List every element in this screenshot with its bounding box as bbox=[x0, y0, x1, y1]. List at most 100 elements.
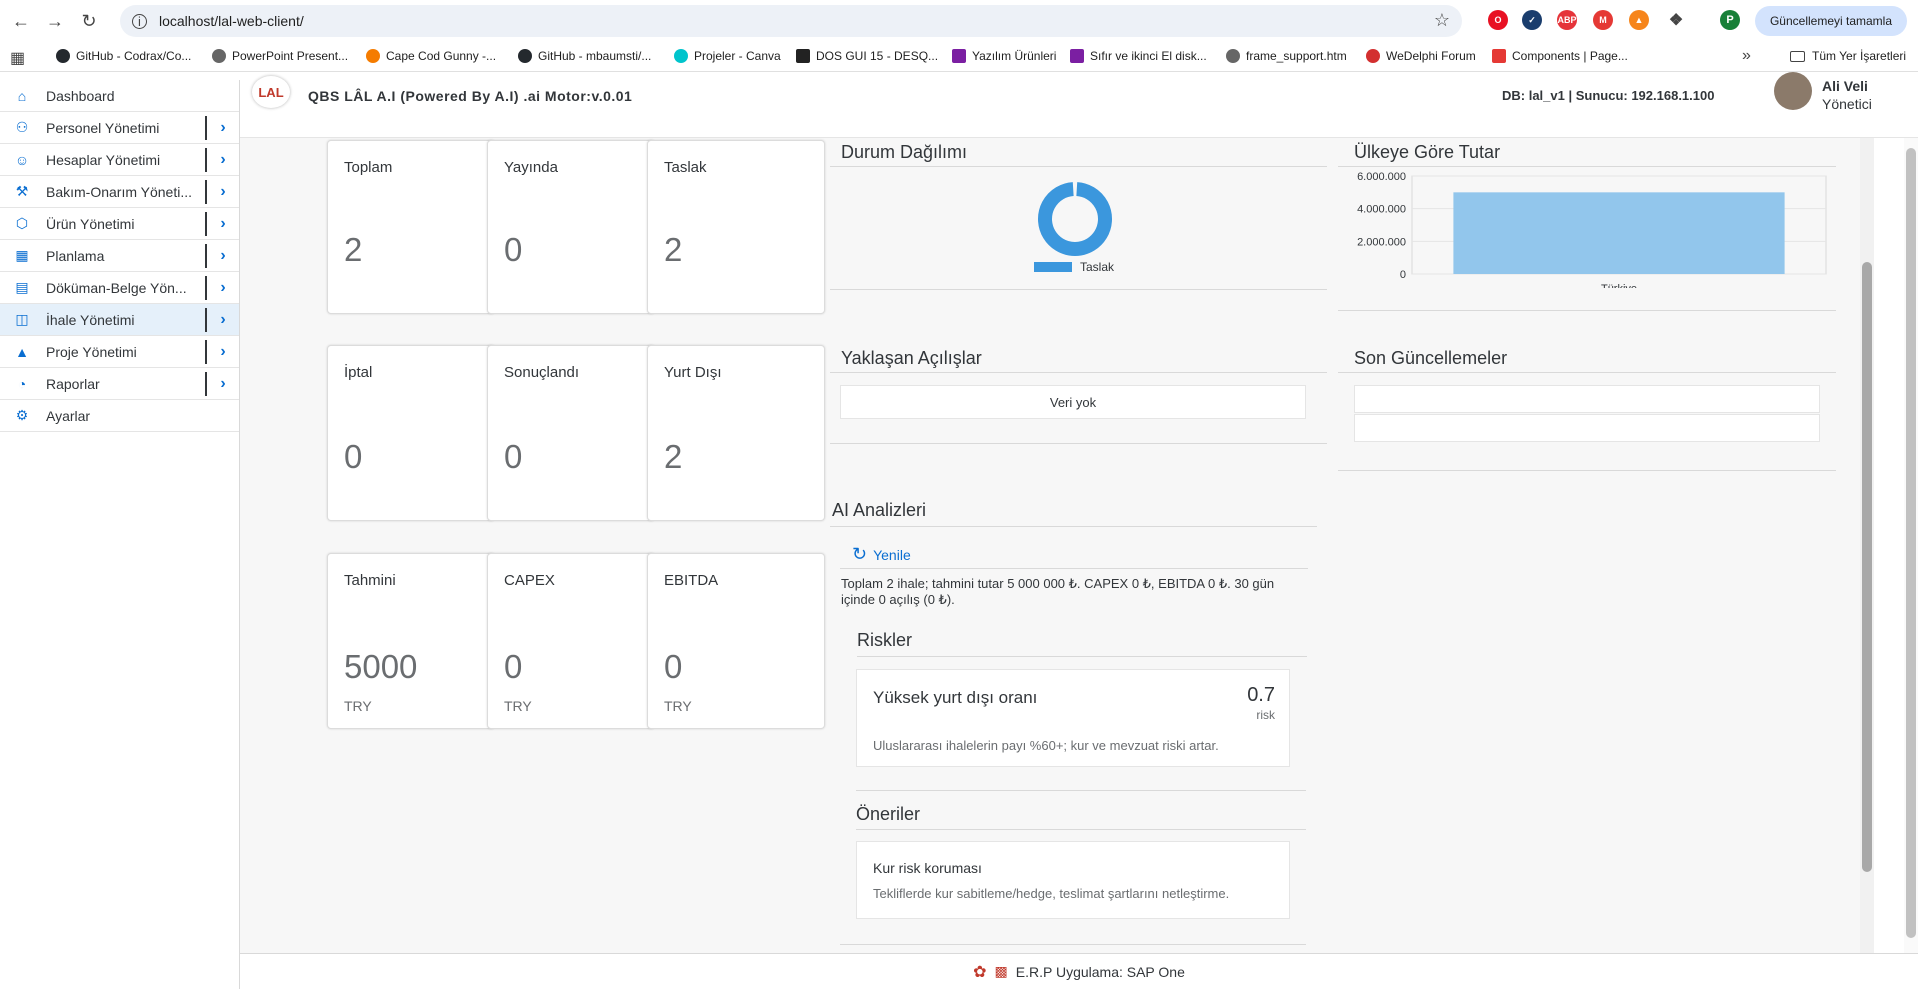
tile-value: 0 bbox=[504, 231, 523, 268]
sidebar-item-bakim[interactable]: ⚒ Bakım-Onarım Yöneti... › bbox=[0, 176, 239, 208]
bookmark-item[interactable]: Cape Cod Gunny -... bbox=[366, 49, 496, 63]
chevron-right-icon[interactable]: › bbox=[205, 116, 239, 140]
metamask-extension-icon[interactable]: ▲ bbox=[1629, 10, 1649, 30]
footer-text: E.R.P Uygulama: SAP One bbox=[1015, 963, 1185, 980]
address-bar[interactable]: i localhost/lal-web-client/ ☆ bbox=[120, 5, 1462, 37]
sidebar-item-personel[interactable]: ⚇ Personel Yönetimi › bbox=[0, 112, 239, 144]
sidebar-item-urun[interactable]: ⬡ Ürün Yönetimi › bbox=[0, 208, 239, 240]
y-tick-label: 4.000.000 bbox=[1357, 204, 1406, 216]
mail-extension-icon[interactable]: M bbox=[1593, 10, 1613, 30]
adblock-extension-icon[interactable]: ABP bbox=[1557, 10, 1577, 30]
chevron-right-icon[interactable]: › bbox=[205, 212, 239, 236]
tile-label: Yurt Dışı bbox=[664, 364, 722, 381]
bookmark-item[interactable]: DOS GUI 15 - DESQ... bbox=[796, 49, 938, 63]
canva-icon bbox=[674, 49, 688, 63]
bookmark-star-icon[interactable]: ☆ bbox=[1434, 10, 1450, 31]
recommendation-card[interactable]: Kur risk koruması Tekliflerde kur sabitl… bbox=[856, 841, 1290, 919]
legend-swatch bbox=[1034, 262, 1072, 272]
home-icon: ⌂ bbox=[17, 87, 27, 104]
legend-label: Taslak bbox=[1080, 260, 1115, 274]
sidebar-item-raporlar[interactable]: ◔ Raporlar › bbox=[0, 368, 239, 400]
chevron-right-icon[interactable]: › bbox=[205, 372, 239, 396]
kpi-tile-abroad[interactable]: Yurt Dışı 2 bbox=[647, 345, 825, 521]
bookmark-item[interactable]: Components | Page... bbox=[1492, 49, 1628, 63]
chevron-right-icon[interactable]: › bbox=[205, 148, 239, 172]
bookmark-item[interactable]: frame_support.htm bbox=[1226, 49, 1347, 63]
puzzle-extensions-icon[interactable]: ❖ bbox=[1666, 10, 1686, 30]
sidebar-item-label: Ayarlar bbox=[46, 407, 91, 424]
donut-slice-taslak[interactable] bbox=[1038, 182, 1112, 256]
bar-0[interactable] bbox=[1453, 192, 1785, 274]
kpi-tile-ebitda[interactable]: EBITDA 0 TRY bbox=[647, 553, 825, 729]
kpi-tile-concluded[interactable]: Sonuçlandı 0 bbox=[487, 345, 655, 521]
user-settings-icon: ☺ bbox=[14, 151, 30, 168]
divider bbox=[856, 829, 1306, 830]
tender-icon: ◫ bbox=[15, 311, 29, 327]
chevron-right-icon[interactable]: › bbox=[205, 308, 239, 332]
sidebar-item-hesaplar[interactable]: ☺ Hesaplar Yönetimi › bbox=[0, 144, 239, 176]
reload-icon[interactable]: ↻ bbox=[76, 8, 102, 34]
sidebar-item-label: Hesaplar Yönetimi bbox=[46, 151, 161, 168]
bookmark-item[interactable]: PowerPoint Present... bbox=[212, 49, 348, 63]
more-bookmarks-icon[interactable]: » bbox=[1742, 47, 1751, 65]
kpi-tile-total[interactable]: Toplam 2 bbox=[327, 140, 495, 314]
sidebar-item-dokuman[interactable]: ▤ Döküman-Belge Yön... › bbox=[0, 272, 239, 304]
chevron-right-icon[interactable]: › bbox=[205, 276, 239, 300]
app-logo[interactable]: LAL bbox=[252, 76, 290, 108]
tile-label: EBITDA bbox=[664, 572, 719, 589]
kpi-tile-cancelled[interactable]: İptal 0 bbox=[327, 345, 495, 521]
url-text: localhost/lal-web-client/ bbox=[159, 13, 304, 29]
user-name[interactable]: Ali Veli bbox=[1822, 78, 1868, 94]
z-icon bbox=[952, 49, 966, 63]
chevron-right-icon[interactable]: › bbox=[205, 180, 239, 204]
divider bbox=[830, 372, 1327, 373]
refresh-label: Yenile bbox=[873, 546, 911, 563]
bookmark-item[interactable]: GitHub - Codrax/Co... bbox=[56, 49, 191, 63]
sidebar-item-ayarlar[interactable]: ⚙ Ayarlar bbox=[0, 400, 239, 432]
bookmark-item[interactable]: GitHub - mbaumsti/... bbox=[518, 49, 651, 63]
tile-label: Toplam bbox=[344, 159, 393, 176]
site-info-icon[interactable]: i bbox=[132, 13, 147, 29]
avatar[interactable] bbox=[1774, 72, 1812, 110]
sidebar-item-proje[interactable]: ▲ Proje Yönetimi › bbox=[0, 336, 239, 368]
check-extension-icon[interactable]: ✓ bbox=[1522, 10, 1542, 30]
risk-card[interactable]: Yüksek yurt dışı oranı 0.7 risk Uluslara… bbox=[856, 669, 1290, 767]
sidebar-item-dashboard[interactable]: ⌂ Dashboard bbox=[0, 80, 239, 112]
sidebar-item-planlama[interactable]: ▦ Planlama › bbox=[0, 240, 239, 272]
museum-icon bbox=[796, 49, 810, 63]
risk-score: 0.7 bbox=[1247, 684, 1275, 706]
upcoming-empty-box: Veri yok bbox=[840, 385, 1306, 419]
page-scrollbar-thumb[interactable] bbox=[1906, 148, 1916, 938]
upcoming-title: Yaklaşan Açılışlar bbox=[841, 348, 982, 368]
tile-label: Tahmini bbox=[344, 572, 396, 589]
apps-grid-icon[interactable]: ▦ bbox=[10, 48, 25, 68]
divider bbox=[1338, 372, 1836, 373]
back-icon[interactable]: ← bbox=[8, 8, 34, 34]
profile-avatar[interactable]: P bbox=[1720, 10, 1740, 30]
opera-extension-icon[interactable]: O bbox=[1488, 10, 1508, 30]
kpi-tile-estimated[interactable]: Tahmini 5000 TRY bbox=[327, 553, 495, 729]
all-bookmarks-folder[interactable]: Tüm Yer İşaretleri bbox=[1790, 49, 1906, 63]
tile-label: Taslak bbox=[664, 159, 707, 176]
chevron-right-icon[interactable]: › bbox=[205, 244, 239, 268]
chevron-right-icon[interactable]: › bbox=[205, 340, 239, 364]
kpi-tile-draft[interactable]: Taslak 2 bbox=[647, 140, 825, 314]
kpi-tile-capex[interactable]: CAPEX 0 TRY bbox=[487, 553, 655, 729]
tile-unit: TRY bbox=[344, 698, 372, 714]
bookmark-item[interactable]: Sıfır ve ikinci El disk... bbox=[1070, 49, 1207, 63]
folder-icon bbox=[1790, 50, 1805, 62]
sidebar-item-label: Proje Yönetimi bbox=[46, 343, 137, 360]
donut-legend: Taslak bbox=[1034, 260, 1114, 274]
forward-icon[interactable]: → bbox=[42, 8, 68, 34]
kpi-tile-published[interactable]: Yayında 0 bbox=[487, 140, 655, 314]
tile-value: 2 bbox=[344, 231, 363, 268]
bookmark-item[interactable]: Projeler - Canva bbox=[674, 49, 781, 63]
inner-scrollbar-thumb[interactable] bbox=[1862, 262, 1872, 872]
update-button[interactable]: Güncellemeyi tamamla bbox=[1755, 6, 1907, 36]
bookmark-item[interactable]: Yazılım Ürünleri bbox=[952, 49, 1056, 63]
sidebar-item-ihale[interactable]: ◫ İhale Yönetimi › bbox=[0, 304, 239, 336]
wedelphi-icon bbox=[1366, 49, 1380, 63]
globe-icon bbox=[1226, 49, 1240, 63]
refresh-button[interactable]: ↻ Yenile bbox=[852, 544, 911, 565]
bookmark-item[interactable]: WeDelphi Forum bbox=[1366, 49, 1476, 63]
